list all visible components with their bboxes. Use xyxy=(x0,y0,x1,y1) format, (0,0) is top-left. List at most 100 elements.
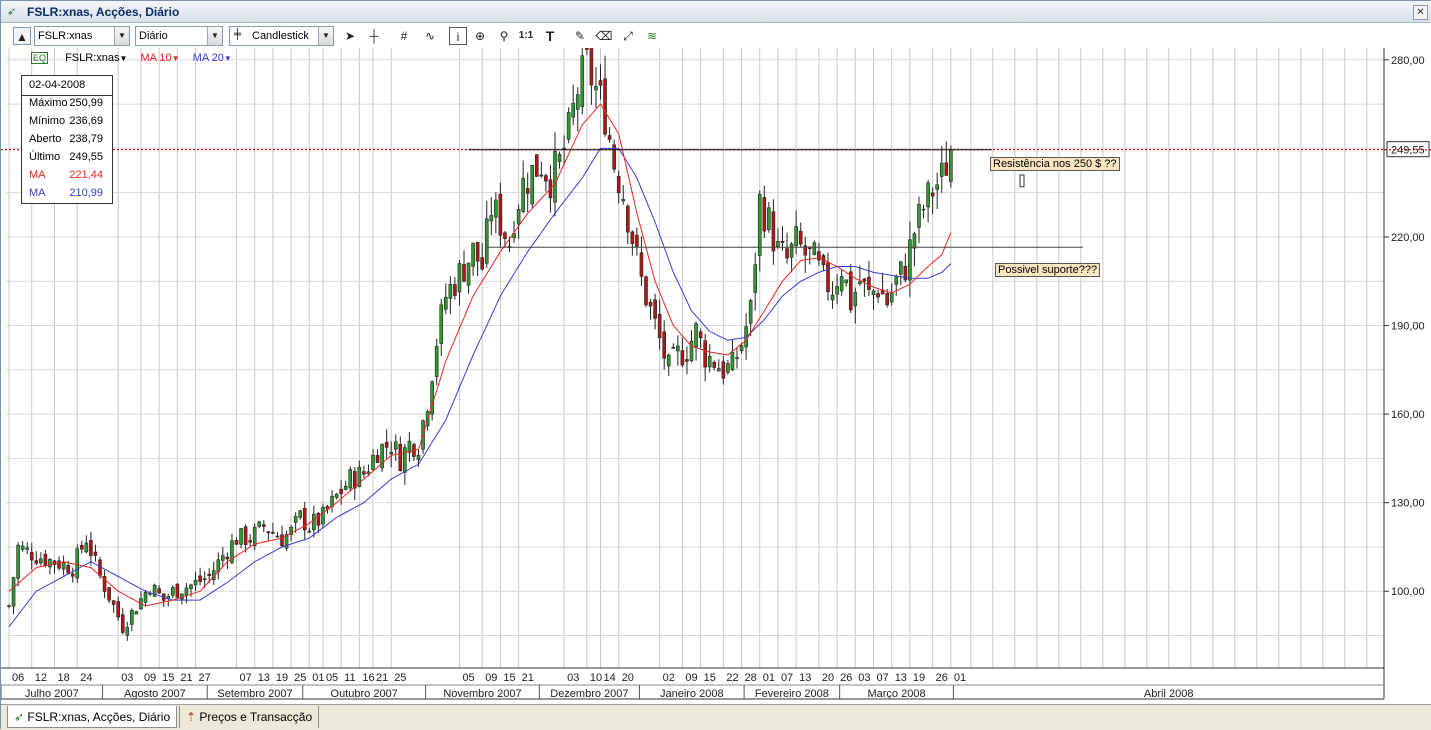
interval-select[interactable]: Diário ▼ xyxy=(135,26,223,46)
y-tick-label: 130,00 xyxy=(1391,498,1425,510)
info-label: Mínimo xyxy=(29,115,66,127)
candle-up xyxy=(143,592,148,603)
x-day-label: 03 xyxy=(858,672,870,684)
candle-up xyxy=(889,292,894,303)
chevron-down-icon[interactable]: ▼ xyxy=(318,27,333,45)
crosshair-icon[interactable]: ┼ xyxy=(365,27,383,45)
candle-up xyxy=(566,112,571,140)
candle-down xyxy=(225,556,230,560)
tab-chart[interactable]: ➶ FSLR:xnas, Acções, Diário xyxy=(7,706,178,728)
candle-up xyxy=(730,351,735,371)
symbol-select-value: FSLR:xnas xyxy=(38,30,93,42)
fit-icon[interactable]: ⤢ xyxy=(619,27,637,45)
candle-down xyxy=(462,264,466,282)
eraser-icon[interactable]: ⌫ xyxy=(595,27,613,45)
candle-up xyxy=(471,242,475,267)
candle-up xyxy=(871,290,876,295)
chevron-down-icon[interactable]: ▼ xyxy=(114,27,129,45)
price-icon: ⇡ xyxy=(186,710,197,724)
info-label: Aberto xyxy=(29,133,62,145)
layers-icon[interactable]: ≋ xyxy=(643,27,661,45)
candle-down xyxy=(398,444,403,472)
candle-down xyxy=(585,48,589,50)
x-month-label: Setembro 2007 xyxy=(217,688,292,700)
candle-down xyxy=(671,347,676,349)
y-tick-label: 190,00 xyxy=(1391,321,1425,333)
info-row-ma10: MA 221,44 xyxy=(29,169,111,185)
text-icon[interactable]: T xyxy=(541,27,559,45)
candle-down xyxy=(721,361,726,379)
candle-up xyxy=(257,521,262,527)
candle-up xyxy=(125,627,130,636)
zoom-icon[interactable]: ⚲ xyxy=(495,27,513,45)
x-day-label: 10 xyxy=(590,672,602,684)
chart-arrow-icon: ➶ xyxy=(7,6,17,18)
candle-up xyxy=(16,544,20,579)
info-date: 02-04-2008 xyxy=(29,79,86,91)
indicator-icon[interactable]: ∿ xyxy=(421,27,439,45)
x-day-label: 28 xyxy=(745,672,757,684)
zoom-box-icon[interactable]: ⊕ xyxy=(471,27,489,45)
candle-down xyxy=(70,573,75,577)
candle-up xyxy=(935,184,940,190)
candle-down xyxy=(703,340,707,368)
x-day-label: 03 xyxy=(567,672,579,684)
x-day-label: 22 xyxy=(726,672,738,684)
candle-down xyxy=(544,175,548,182)
x-month-label: Novembro 2007 xyxy=(443,688,521,700)
candle-up xyxy=(75,548,80,579)
legend-symbol[interactable]: FSLR:xnas xyxy=(65,52,119,64)
chevron-down-icon[interactable]: ▼ xyxy=(207,27,222,45)
candle-down xyxy=(275,535,280,538)
scroll-up-icon[interactable]: ▲ xyxy=(13,27,31,45)
candle-up xyxy=(312,513,316,531)
x-month-label: Março 2008 xyxy=(867,688,925,700)
info-value: 236,69 xyxy=(69,115,103,127)
candle-up xyxy=(575,94,580,110)
x-day-label: 26 xyxy=(840,672,852,684)
candle-down xyxy=(362,471,366,475)
close-icon[interactable]: ✕ xyxy=(1413,5,1428,20)
candle-down xyxy=(616,175,621,194)
chevron-down-icon[interactable]: ▼ xyxy=(120,54,128,63)
candle-down xyxy=(607,135,612,140)
support-annotation[interactable]: Possivel suporte??? xyxy=(995,263,1101,277)
candle-up xyxy=(439,304,444,344)
resistance-annotation[interactable]: Resistência nos 250 $ ?? xyxy=(990,157,1120,171)
price-chart[interactable]: 280,00 249,55 220,00 190,00 160,00 130,00 100,… xyxy=(1,48,1431,704)
candle-up xyxy=(11,577,16,607)
candle-up xyxy=(521,177,525,212)
symbol-select[interactable]: FSLR:xnas ▼ xyxy=(34,26,130,46)
draw-icon[interactable]: ✎ xyxy=(571,27,589,45)
grid-icon[interactable]: # xyxy=(395,27,413,45)
legend-ma20[interactable]: MA 20 xyxy=(193,52,224,64)
x-month-label: Janeiro 2008 xyxy=(660,688,724,700)
cursor-icon[interactable]: ➤ xyxy=(341,27,359,45)
candle-up xyxy=(776,241,780,247)
candle-down xyxy=(261,524,266,527)
candle-up xyxy=(371,454,375,471)
chevron-down-icon[interactable]: ▼ xyxy=(172,54,180,63)
x-day-label: 19 xyxy=(913,672,925,684)
candle-up xyxy=(20,545,25,550)
info-icon[interactable]: i xyxy=(449,27,467,45)
legend-ma10[interactable]: MA 10 xyxy=(140,52,171,64)
chart-type-select[interactable]: ╪ Candlestick ▼ xyxy=(229,26,334,46)
candle-up xyxy=(348,469,353,489)
candle-down xyxy=(116,601,120,618)
x-month-label: Fevereiro 2008 xyxy=(755,688,829,700)
info-label: Máximo xyxy=(29,97,68,109)
tab-prices[interactable]: ⇡ Preços e Transacção xyxy=(179,706,320,728)
x-day-label: 07 xyxy=(781,672,793,684)
chevron-down-icon[interactable]: ▼ xyxy=(224,54,232,63)
candle-down xyxy=(630,231,635,244)
x-day-label: 18 xyxy=(58,672,70,684)
candle-up xyxy=(84,542,89,553)
candle-down xyxy=(534,154,539,177)
candle-up xyxy=(221,555,225,561)
candle-down xyxy=(480,257,485,270)
one-to-one-icon[interactable]: 1:1 xyxy=(517,27,535,45)
candle-down xyxy=(780,240,785,243)
chart-type-select-value: Candlestick xyxy=(252,30,309,42)
candle-down xyxy=(66,565,70,574)
